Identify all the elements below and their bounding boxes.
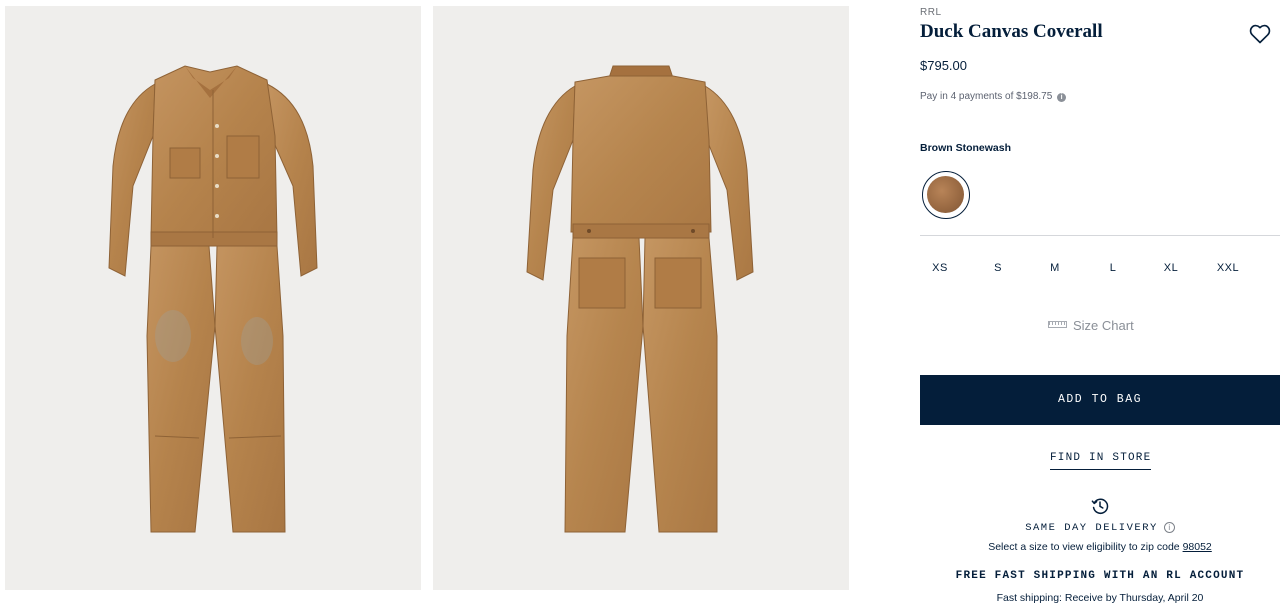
- size-option-xl[interactable]: XL: [1151, 262, 1191, 274]
- size-option-l[interactable]: L: [1093, 262, 1133, 274]
- product-title: Duck Canvas Coverall: [920, 21, 1103, 42]
- brand-name: RRL: [920, 7, 942, 18]
- fast-shipping-text: Fast shipping: Receive by Thursday, Apri…: [996, 592, 1204, 604]
- size-chart-link[interactable]: Size Chart: [1048, 318, 1134, 333]
- find-in-store-link[interactable]: FIND IN STORE: [1050, 452, 1152, 470]
- coverall-front-illustration: [108, 65, 318, 533]
- size-option-xs[interactable]: XS: [920, 262, 960, 274]
- zip-eligibility-text: Select a size to view eligibility to zip…: [920, 541, 1280, 553]
- size-chart-label: Size Chart: [1073, 318, 1134, 333]
- zip-prefix: Select a size to view eligibility to zip…: [988, 541, 1180, 553]
- product-image-front[interactable]: [5, 6, 421, 590]
- clock-icon: [1091, 498, 1109, 514]
- color-label: Brown Stonewash: [920, 142, 1012, 154]
- installments-label: Pay in 4 payments of $198.75: [920, 91, 1053, 102]
- size-option-xxl[interactable]: XXL: [1208, 262, 1248, 274]
- add-to-bag-button[interactable]: ADD TO BAG: [920, 375, 1280, 425]
- free-shipping-banner: FREE FAST SHIPPING WITH AN RL ACCOUNT: [955, 570, 1245, 582]
- coverall-back-illustration: [526, 65, 754, 533]
- size-selector: XS S M L XL XXL: [920, 262, 1280, 278]
- size-option-s[interactable]: S: [978, 262, 1018, 274]
- size-option-m[interactable]: M: [1035, 262, 1075, 274]
- heart-icon[interactable]: [1248, 22, 1272, 46]
- info-icon[interactable]: i: [1057, 93, 1067, 102]
- ruler-icon: [1048, 321, 1067, 328]
- info-icon[interactable]: i: [1163, 522, 1175, 533]
- same-day-delivery-label: SAME DAY DELIVERY: [1025, 522, 1158, 534]
- product-image-back[interactable]: [433, 6, 849, 590]
- same-day-delivery-heading: SAME DAY DELIVERY i: [920, 522, 1280, 534]
- swatch-fill: [927, 176, 964, 213]
- product-details-panel: RRL Duck Canvas Coverall $795.00 Pay in …: [920, 0, 1280, 612]
- installments-text: Pay in 4 payments of $198.75 i: [920, 91, 1067, 102]
- divider: [920, 235, 1280, 236]
- color-swatch-brown-stonewash[interactable]: [922, 171, 970, 219]
- product-price: $795.00: [920, 58, 967, 73]
- zip-code-link[interactable]: 98052: [1183, 541, 1212, 553]
